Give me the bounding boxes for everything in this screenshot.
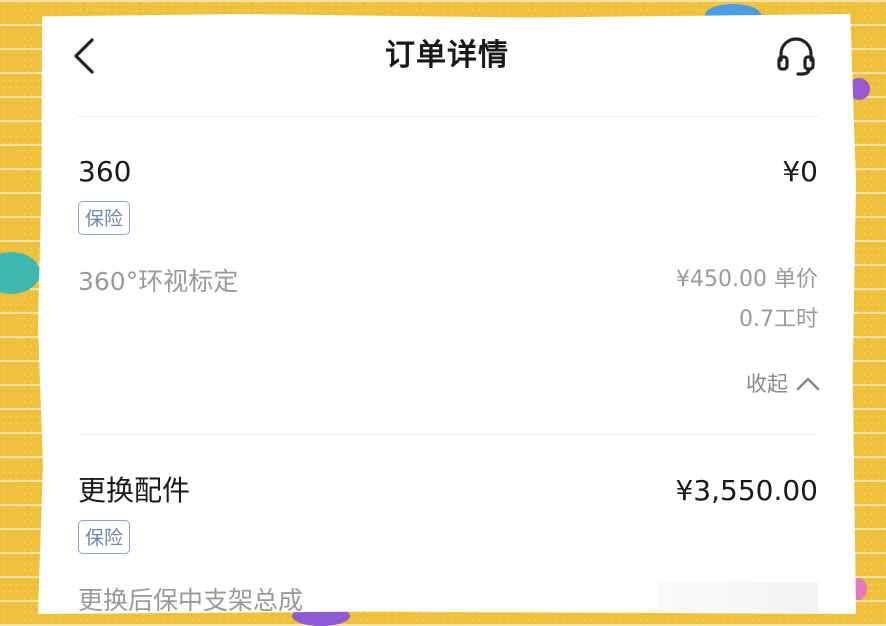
chevron-up-icon: [796, 377, 820, 391]
customer-service-button[interactable]: [774, 34, 818, 78]
item-price: ¥3,550.00: [675, 474, 818, 507]
item-name: 更换配件: [78, 474, 191, 507]
item-price: ¥0: [782, 155, 818, 188]
item-name: 360: [78, 155, 132, 188]
insurance-tag: 保险: [78, 201, 131, 235]
headset-icon: [777, 37, 815, 76]
header-divider: [78, 116, 818, 117]
header-bar: 订单详情: [38, 14, 856, 100]
background-blob-teal: [0, 252, 40, 294]
collapse-button[interactable]: 收起: [746, 368, 820, 398]
collapse-label: 收起: [746, 372, 788, 396]
insurance-tag: 保险: [78, 520, 131, 554]
item-divider: [78, 434, 818, 435]
page-title: 订单详情: [385, 38, 509, 73]
faded-price-area: [658, 582, 818, 612]
item-sub-name: 360°环视标定: [78, 267, 239, 296]
order-detail-card: 订单详情 360 ¥0 保险 360°环视标定 ¥450.00 单价 0.7工时…: [38, 14, 856, 614]
item-sub-name: 更换后保中支架总成: [78, 586, 304, 615]
labor-hours: 0.7工时: [739, 307, 818, 332]
unit-price: ¥450.00 单价: [676, 267, 818, 292]
